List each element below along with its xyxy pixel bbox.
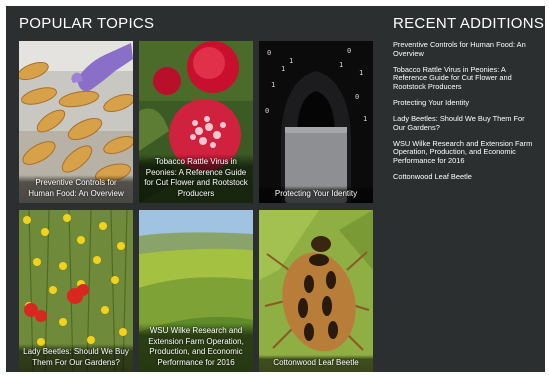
hooded-figure-image: 010 110 011 1 bbox=[259, 41, 373, 203]
topic-tile-lady-beetles[interactable]: Lady Beetles: Should We Buy Them For Our… bbox=[19, 210, 133, 372]
recent-item-link[interactable]: Lady Beetles: Should We Buy Them For Our… bbox=[393, 114, 538, 132]
topic-caption: Protecting Your Identity bbox=[259, 185, 373, 203]
svg-text:1: 1 bbox=[359, 69, 363, 77]
svg-text:1: 1 bbox=[363, 115, 367, 123]
recent-additions-heading: RECENT ADDITIONS bbox=[393, 15, 545, 32]
svg-text:0: 0 bbox=[355, 93, 359, 101]
topic-caption: Cottonwood Leaf Beetle bbox=[259, 354, 373, 372]
topic-tile-preventive-controls[interactable]: Preventive Controls for Human Food: An O… bbox=[19, 41, 133, 203]
recent-item-link[interactable]: Preventive Controls for Human Food: An O… bbox=[393, 40, 538, 58]
svg-text:1: 1 bbox=[271, 81, 275, 89]
content-panel: POPULAR TOPICS RECENT ADDITIONS Preventi… bbox=[6, 6, 545, 372]
svg-text:1: 1 bbox=[289, 57, 293, 65]
svg-text:1: 1 bbox=[339, 61, 343, 69]
topic-caption: Lady Beetles: Should We Buy Them For Our… bbox=[19, 344, 133, 372]
topic-caption: WSU Wilke Research and Extension Farm Op… bbox=[139, 323, 253, 372]
recent-item-link[interactable]: WSU Wilke Research and Extension Farm Op… bbox=[393, 139, 538, 166]
topic-caption: Preventive Controls for Human Food: An O… bbox=[19, 175, 133, 203]
topic-tile-protecting-identity[interactable]: 010 110 011 1 Protecting Your Identity bbox=[259, 41, 373, 203]
svg-text:0: 0 bbox=[265, 107, 269, 115]
recent-item-link[interactable]: Protecting Your Identity bbox=[393, 98, 538, 108]
topic-tile-cottonwood-leaf-beetle[interactable]: Cottonwood Leaf Beetle bbox=[259, 210, 373, 372]
topic-caption: Tobacco Rattle Virus in Peonies: A Refer… bbox=[139, 154, 253, 203]
svg-text:1: 1 bbox=[281, 65, 285, 73]
beetle-image bbox=[259, 210, 373, 372]
recent-item-link[interactable]: Tobacco Rattle Virus in Peonies: A Refer… bbox=[393, 65, 538, 92]
recent-additions-list: Preventive Controls for Human Food: An O… bbox=[393, 40, 538, 189]
svg-text:0: 0 bbox=[267, 49, 271, 57]
topic-tile-wsu-wilke-farm[interactable]: WSU Wilke Research and Extension Farm Op… bbox=[139, 210, 253, 372]
popular-topics-heading: POPULAR TOPICS bbox=[19, 15, 155, 32]
svg-text:0: 0 bbox=[347, 47, 351, 55]
topic-tile-tobacco-rattle-virus[interactable]: Tobacco Rattle Virus in Peonies: A Refer… bbox=[139, 41, 253, 203]
recent-item-link[interactable]: Cottonwood Leaf Beetle bbox=[393, 172, 538, 182]
